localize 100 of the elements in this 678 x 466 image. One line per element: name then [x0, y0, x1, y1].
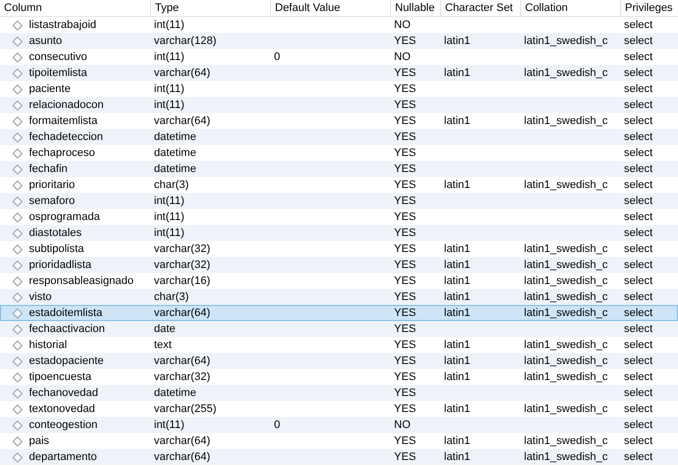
table-cell: visto [29, 290, 52, 304]
table-cell-text: select [623, 434, 654, 448]
table-row[interactable]: visto char(3) YES latin1 latin1_swedish_c select [0, 289, 678, 305]
table-row[interactable]: consecutivo int(11) 0 NO select [0, 49, 678, 65]
table-cell: asunto [29, 34, 62, 48]
table-cell-text: YES [393, 146, 418, 160]
column-icon [12, 324, 23, 334]
table-cell-text: datetime [153, 146, 198, 160]
table-cell-text: YES [393, 322, 418, 336]
table-cell-text: YES [393, 162, 418, 176]
table-cell-text: latin1_swedish_c [523, 66, 609, 80]
table-cell-text: latin1 [443, 370, 472, 384]
table-row[interactable]: estadoitemlista varchar(64) YES latin1 latin1_swedish_c select [0, 305, 678, 321]
table-row[interactable]: fechafin datetime YES select [0, 161, 678, 177]
table-cell-text: 0 [273, 418, 282, 432]
column-header[interactable]: Type [150, 0, 270, 16]
table-row[interactable]: fechaactivacion date YES select [0, 321, 678, 337]
table-cell: estadoitemlista [29, 306, 102, 320]
table-row[interactable]: diastotales int(11) YES select [0, 225, 678, 241]
table-cell-text: select [623, 290, 654, 304]
table-cell-text: select [623, 178, 654, 192]
table-cell-text: select [623, 194, 654, 208]
table-cell-text: select [623, 402, 654, 416]
table-row[interactable]: textonovedad varchar(255) YES latin1 latin1_swedish_c select [0, 401, 678, 417]
table-row[interactable]: subtipolista varchar(32) YES latin1 latin1_swedish_c select [0, 241, 678, 257]
column-header[interactable]: Character Set [440, 0, 520, 16]
column-header[interactable]: Column [0, 0, 150, 16]
table-cell-text: datetime [153, 130, 198, 144]
table-row[interactable]: paciente int(11) YES select [0, 81, 678, 97]
table-cell-text: select [623, 82, 654, 96]
table-row[interactable]: tipoencuesta varchar(32) YES latin1 latin1_swedish_c select [0, 369, 678, 385]
table-cell-text: varchar(32) [153, 370, 212, 384]
table-cell-text: latin1_swedish_c [523, 258, 609, 272]
table-cell-text: latin1_swedish_c [523, 370, 609, 384]
table-row[interactable]: responsableasignado varchar(16) YES latin1 latin1_swedish_c select [0, 273, 678, 289]
column-icon [12, 372, 23, 382]
table-row[interactable]: prioritario char(3) YES latin1 latin1_swedish_c select [0, 177, 678, 193]
table-row[interactable]: fechanovedad datetime YES select [0, 385, 678, 401]
column-icon [12, 180, 23, 190]
table-cell-text: select [623, 50, 654, 64]
table-cell: tipoitemlista [29, 66, 88, 80]
table-cell-text: latin1_swedish_c [523, 290, 609, 304]
table-row[interactable]: fechaproceso datetime YES select [0, 145, 678, 161]
table-row[interactable]: estadopaciente varchar(64) YES latin1 latin1_swedish_c select [0, 353, 678, 369]
table-cell-text: select [623, 306, 654, 320]
table-row[interactable]: relacionadocon int(11) YES select [0, 97, 678, 113]
table-row[interactable]: asunto varchar(128) YES latin1 latin1_swedish_c select [0, 33, 678, 49]
table-row[interactable]: semaforo int(11) YES select [0, 193, 678, 209]
table-cell-text: datetime [153, 162, 198, 176]
table-row[interactable]: historial text YES latin1 latin1_swedish_c select [0, 337, 678, 353]
table-cell: prioridadlista [29, 258, 92, 272]
table-cell-text: varchar(255) [153, 402, 218, 416]
column-icon [12, 196, 23, 206]
column-icon [12, 452, 23, 462]
column-header[interactable]: Collation [520, 0, 620, 16]
table-cell-text: YES [393, 434, 418, 448]
table-cell-text: latin1 [443, 274, 472, 288]
table-cell-text: YES [393, 338, 418, 352]
table-cell-text: int(11) [153, 418, 186, 432]
table-row[interactable]: fechadeteccion datetime YES select [0, 129, 678, 145]
table-cell-text: NO [393, 18, 412, 32]
table-cell-text: YES [393, 210, 418, 224]
table-cell-text: latin1 [443, 114, 472, 128]
table-row[interactable]: listastrabajoid int(11) NO select [0, 17, 678, 33]
table-row[interactable]: osprogramada int(11) YES select [0, 209, 678, 225]
column-icon [12, 212, 23, 222]
table-cell-text: varchar(64) [153, 450, 212, 464]
table-cell: historial [29, 338, 67, 352]
table-cell-text: latin1 [443, 178, 472, 192]
table-cell-text: NO [393, 418, 412, 432]
table-cell-text: int(11) [153, 210, 186, 224]
table-cell-text: int(11) [153, 226, 186, 240]
table-cell-text: varchar(128) [153, 34, 218, 48]
table-cell-text: YES [393, 178, 418, 192]
table-row[interactable]: pais varchar(64) YES latin1 latin1_swedish_c select [0, 433, 678, 449]
table-cell-text: char(3) [153, 178, 190, 192]
table-cell: textonovedad [29, 402, 96, 416]
table-row[interactable]: departamento varchar(64) YES latin1 latin1_swedish_c select [0, 449, 678, 465]
table-row[interactable]: formaitemlista varchar(64) YES latin1 latin1_swedish_c select [0, 113, 678, 129]
table-cell-text: latin1 [443, 290, 472, 304]
table-cell: conteogestion [29, 418, 98, 432]
table-cell-text: latin1_swedish_c [523, 434, 609, 448]
table-cell: semaforo [29, 194, 75, 208]
column-icon [12, 260, 23, 270]
table-row[interactable]: prioridadlista varchar(32) YES latin1 latin1_swedish_c select [0, 257, 678, 273]
column-icon [12, 340, 23, 350]
table-cell-text: YES [393, 242, 418, 256]
table-cell-text: latin1 [443, 34, 472, 48]
table-row[interactable]: conteogestion int(11) 0 NO select [0, 417, 678, 433]
table-row[interactable]: tipoitemlista varchar(64) YES latin1 latin1_swedish_c select [0, 65, 678, 81]
table-cell-text: select [623, 450, 654, 464]
table-cell: consecutivo [29, 50, 88, 64]
table-cell-text: latin1 [443, 450, 472, 464]
table-cell-text: latin1_swedish_c [523, 306, 609, 320]
table-cell-text: YES [393, 450, 418, 464]
table-cell-text: YES [393, 386, 418, 400]
column-icon [12, 164, 23, 174]
column-header[interactable]: Default Value [270, 0, 390, 16]
column-header[interactable]: Privileges [620, 0, 678, 16]
column-header[interactable]: Nullable [390, 0, 440, 16]
